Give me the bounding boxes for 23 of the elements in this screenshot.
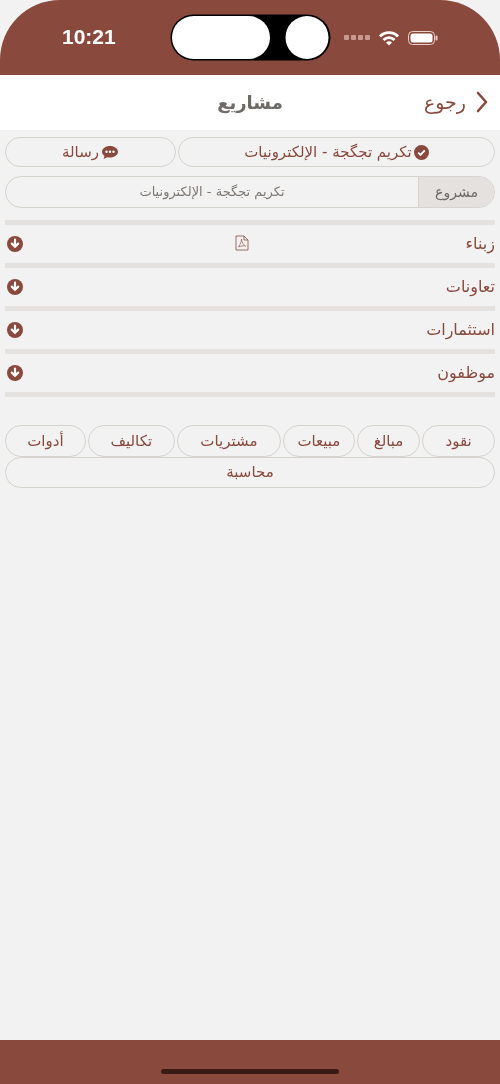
arrow-down-circle-icon[interactable] — [7, 236, 23, 252]
chat-bubble-icon — [101, 144, 119, 160]
message-button[interactable]: رسالة — [5, 137, 176, 167]
page-title: مشاريع — [217, 91, 283, 116]
arrow-down-circle-icon[interactable] — [7, 365, 23, 381]
project-field[interactable]: مشروع تكريم تجگجة - الإلكترونيات — [5, 176, 495, 208]
clock-time: 10:21 — [62, 23, 116, 50]
section-label[interactable]: زبناء — [465, 232, 495, 256]
section-label[interactable]: تعاونات — [445, 275, 495, 299]
pdf-file-icon[interactable] — [235, 235, 249, 251]
section-label[interactable]: موظفون — [437, 361, 495, 385]
back-button[interactable]: رجوع — [423, 88, 488, 117]
battery-icon — [408, 30, 438, 45]
field-value: تكريم تجگجة - الإلكترونيات — [138, 183, 286, 202]
check-circle-icon — [413, 144, 429, 160]
chevron-icon — [476, 91, 488, 114]
field-label: مشروع — [418, 177, 494, 207]
arrow-down-circle-icon[interactable] — [7, 322, 23, 338]
project-button[interactable]: تكريم تجگجة - الإلكترونيات — [177, 137, 495, 167]
arrow-down-circle-icon[interactable] — [7, 279, 23, 295]
wifi-icon — [378, 29, 400, 46]
signal-icon — [344, 34, 370, 41]
section-label[interactable]: استثمارات — [426, 318, 495, 342]
